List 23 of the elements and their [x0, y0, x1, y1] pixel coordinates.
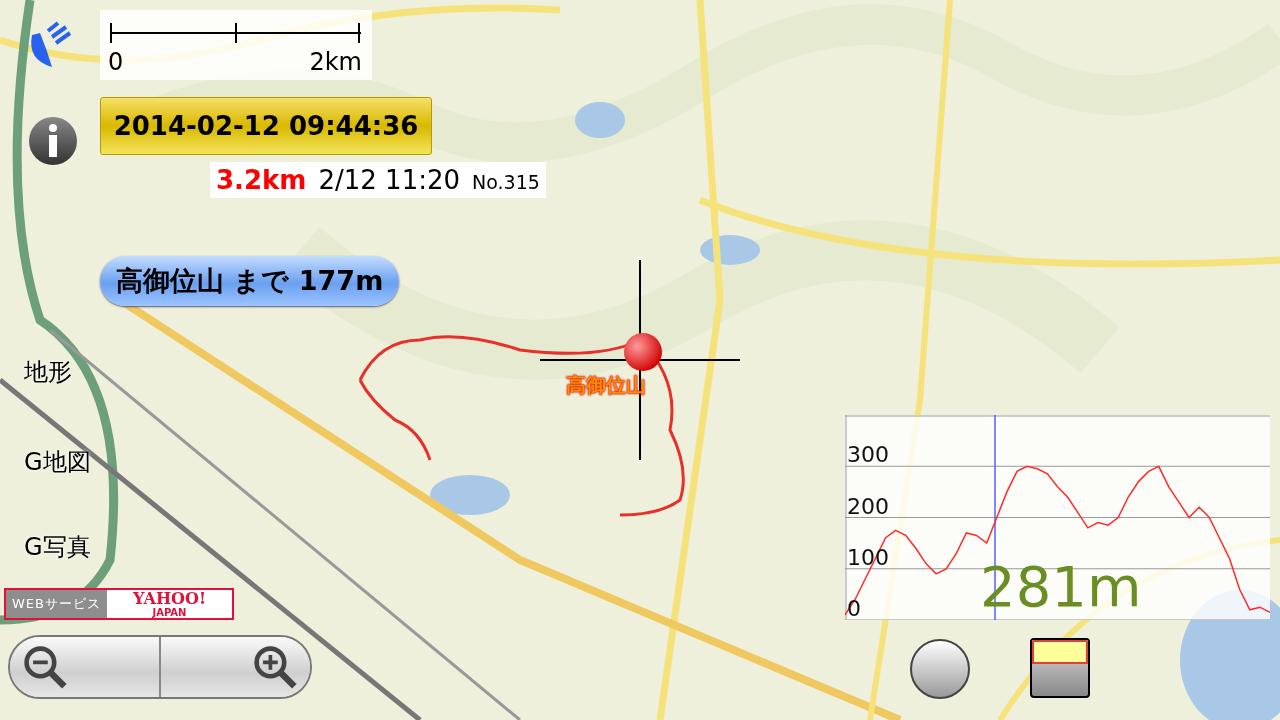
y-tick-label: 200 — [847, 493, 889, 519]
zoom-in-icon — [252, 644, 298, 690]
y-tick-label: 300 — [847, 442, 889, 468]
zoom-in-button[interactable] — [159, 637, 310, 697]
layer-button[interactable]: G写真 — [24, 530, 91, 564]
datetime-label: 2014-02-12 09:44:36 — [100, 97, 432, 155]
position-marker-icon — [623, 332, 663, 372]
brand-label: YAHOO! — [133, 590, 206, 607]
zoom-out-button[interactable] — [10, 637, 159, 697]
panel-toggle-button[interactable] — [1030, 638, 1090, 698]
layer-button[interactable]: G地図 — [24, 445, 91, 479]
y-tick-label: 0 — [847, 596, 861, 620]
scale-start-label: 0 — [108, 48, 124, 76]
scale-end-label: 2km — [309, 48, 362, 76]
service-label: WEBサービス — [6, 590, 107, 618]
time-text: 2/12 11:20 — [318, 164, 461, 197]
layer-button[interactable]: 地形 — [24, 355, 72, 389]
zoom-out-icon — [22, 644, 68, 690]
info-icon[interactable] — [28, 116, 78, 166]
destination-pill[interactable]: 高御位山 まで 177m — [100, 256, 400, 306]
distance-text: 3.2km — [216, 164, 307, 197]
record-number: No.315 — [472, 170, 540, 195]
brand-sublabel: JAPAN — [152, 607, 187, 618]
